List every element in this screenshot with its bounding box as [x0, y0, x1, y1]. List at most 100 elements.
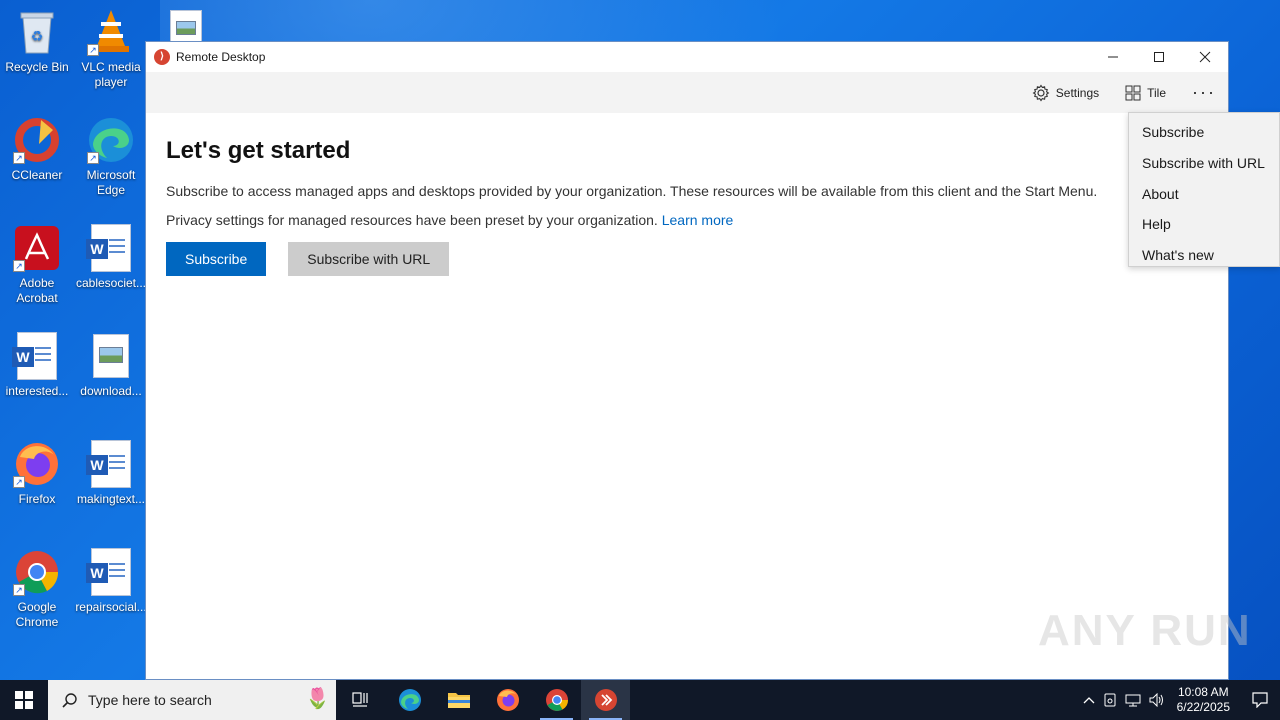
word-document-icon: W — [86, 548, 135, 596]
privacy-text: Privacy settings for managed resources h… — [166, 212, 658, 228]
more-options-button[interactable]: ··· — [1192, 82, 1216, 103]
taskbar-edge[interactable] — [385, 680, 434, 720]
tray-device-icon[interactable] — [1103, 693, 1117, 707]
firefox-icon — [496, 689, 519, 711]
maximize-button[interactable] — [1136, 42, 1182, 72]
system-tray: 10:08 AM 6/22/2025 — [1079, 680, 1280, 720]
image-file-icon — [87, 332, 135, 380]
desktop-icon-label: cablesociet... — [75, 276, 147, 290]
subscribe-description: Subscribe to access managed apps and des… — [166, 183, 1098, 199]
desktop-icon-google-chrome[interactable]: ↗ Google Chrome — [1, 548, 73, 630]
desktop-icon-label: interested... — [5, 384, 69, 398]
desktop-icon-cablesociet[interactable]: W cablesociet... — [75, 224, 147, 291]
adobe-acrobat-icon: ↗ — [13, 224, 61, 272]
learn-more-link[interactable]: Learn more — [662, 212, 734, 228]
folder-icon — [447, 693, 470, 708]
desktop-icon-label: download... — [80, 384, 142, 398]
windows-logo-icon — [15, 691, 33, 709]
page-title: Let's get started — [166, 137, 351, 164]
desktop-icon-microsoft-edge[interactable]: ↗ Microsoft Edge — [75, 116, 147, 198]
search-placeholder: Type here to search — [88, 692, 212, 708]
desktop-icon-label: repairsocial... — [75, 600, 147, 614]
desktop-icon-label: Adobe Acrobat — [16, 276, 58, 305]
taskbar-remote-desktop[interactable] — [581, 680, 630, 720]
minimize-button[interactable] — [1090, 42, 1136, 72]
firefox-icon: ↗ — [13, 440, 61, 488]
title-bar[interactable]: ⟩ Remote Desktop — [146, 42, 1228, 72]
taskbar-file-explorer[interactable] — [434, 680, 483, 720]
menu-item-subscribe-with-url[interactable]: Subscribe with URL — [1129, 148, 1279, 179]
image-file-icon[interactable] — [170, 10, 202, 44]
tile-view-button[interactable]: Tile — [1125, 85, 1166, 101]
notification-icon — [1252, 692, 1268, 708]
subscribe-button[interactable]: Subscribe — [166, 242, 267, 276]
chrome-icon — [545, 689, 568, 711]
desktop-icon-label: VLC media player — [81, 60, 141, 89]
recycle-bin-icon: ♻ — [13, 8, 61, 56]
chevron-up-icon — [1083, 697, 1095, 704]
network-icon[interactable] — [1125, 693, 1141, 707]
menu-item-whats-new[interactable]: What's new — [1129, 240, 1279, 271]
shortcut-arrow-icon: ↗ — [87, 44, 99, 56]
task-view-button[interactable] — [336, 680, 385, 720]
shortcut-arrow-icon: ↗ — [13, 152, 25, 164]
edge-icon — [398, 689, 421, 711]
ccleaner-icon: ↗ — [13, 116, 61, 164]
anyrun-watermark: ANY RUN — [1038, 606, 1252, 655]
main-content: Let's get started Subscribe to access ma… — [146, 113, 1228, 300]
desktop-icon-label: Firefox — [18, 492, 56, 506]
clock-date: 6/22/2025 — [1176, 700, 1230, 714]
action-buttons: Subscribe Subscribe with URL — [166, 242, 1208, 276]
desktop-icon-download[interactable]: download... — [75, 332, 147, 399]
volume-icon[interactable] — [1149, 693, 1165, 707]
menu-item-help[interactable]: Help — [1129, 209, 1279, 240]
tile-grid-icon — [1125, 85, 1141, 101]
shortcut-arrow-icon: ↗ — [13, 260, 25, 272]
shortcut-arrow-icon: ↗ — [13, 476, 25, 488]
shortcut-arrow-icon: ↗ — [13, 584, 25, 596]
desktop-icon-label: CCleaner — [11, 168, 63, 182]
menu-item-subscribe[interactable]: Subscribe — [1129, 117, 1279, 148]
desktop-icon-label: Recycle Bin — [5, 60, 69, 74]
vlc-icon: ↗ — [87, 8, 135, 56]
edge-icon: ↗ — [87, 116, 135, 164]
desktop-icon-ccleaner[interactable]: ↗ CCleaner — [1, 116, 73, 183]
chrome-icon: ↗ — [13, 548, 61, 596]
action-center-button[interactable] — [1240, 680, 1280, 720]
desktop-icon-recycle-bin[interactable]: ♻ Recycle Bin — [1, 8, 73, 75]
desktop-icon-label: Google Chrome — [15, 600, 59, 629]
word-document-icon: W — [86, 440, 135, 488]
clock-time: 10:08 AM — [1177, 685, 1229, 699]
window-controls — [1090, 42, 1228, 72]
task-view-icon — [351, 692, 368, 707]
desktop-icon-makingtext[interactable]: W makingtext... — [75, 440, 147, 507]
search-highlight-flowers-icon: 🌷 — [305, 688, 330, 710]
shortcut-arrow-icon: ↗ — [87, 152, 99, 164]
toolbar: Settings Tile ··· — [146, 72, 1228, 113]
taskbar-clock[interactable]: 10:08 AM 6/22/2025 — [1177, 685, 1230, 715]
window-title: Remote Desktop — [176, 50, 266, 64]
remote-desktop-icon — [594, 689, 617, 711]
close-button[interactable] — [1182, 42, 1228, 72]
more-options-menu: Subscribe Subscribe with URL About Help … — [1128, 112, 1280, 267]
subscribe-with-url-button[interactable]: Subscribe with URL — [288, 242, 450, 276]
taskbar: Type here to search 🌷 10:08 AM 6/22/2025 — [0, 680, 1280, 720]
settings-button[interactable]: Settings — [1032, 84, 1099, 102]
desktop-icon-adobe-acrobat[interactable]: ↗ Adobe Acrobat — [1, 224, 73, 306]
taskbar-firefox[interactable] — [483, 680, 532, 720]
privacy-notice: Privacy settings for managed resources h… — [166, 212, 1208, 228]
menu-item-about[interactable]: About — [1129, 179, 1279, 210]
start-button[interactable] — [0, 680, 48, 720]
settings-label: Settings — [1055, 85, 1100, 100]
word-document-icon: W — [86, 224, 135, 272]
desktop-icon-label: makingtext... — [76, 492, 146, 506]
desktop-icon-interested[interactable]: W interested... — [1, 332, 73, 399]
gear-icon — [1032, 84, 1050, 102]
taskbar-search-box[interactable]: Type here to search 🌷 — [48, 680, 336, 720]
show-hidden-icons-button[interactable] — [1083, 696, 1095, 704]
maximize-icon — [1154, 52, 1164, 62]
desktop-icon-repairsocial[interactable]: W repairsocial... — [75, 548, 147, 615]
desktop-icon-firefox[interactable]: ↗ Firefox — [1, 440, 73, 507]
taskbar-chrome[interactable] — [532, 680, 581, 720]
desktop-icon-vlc[interactable]: ↗ VLC media player — [75, 8, 147, 90]
